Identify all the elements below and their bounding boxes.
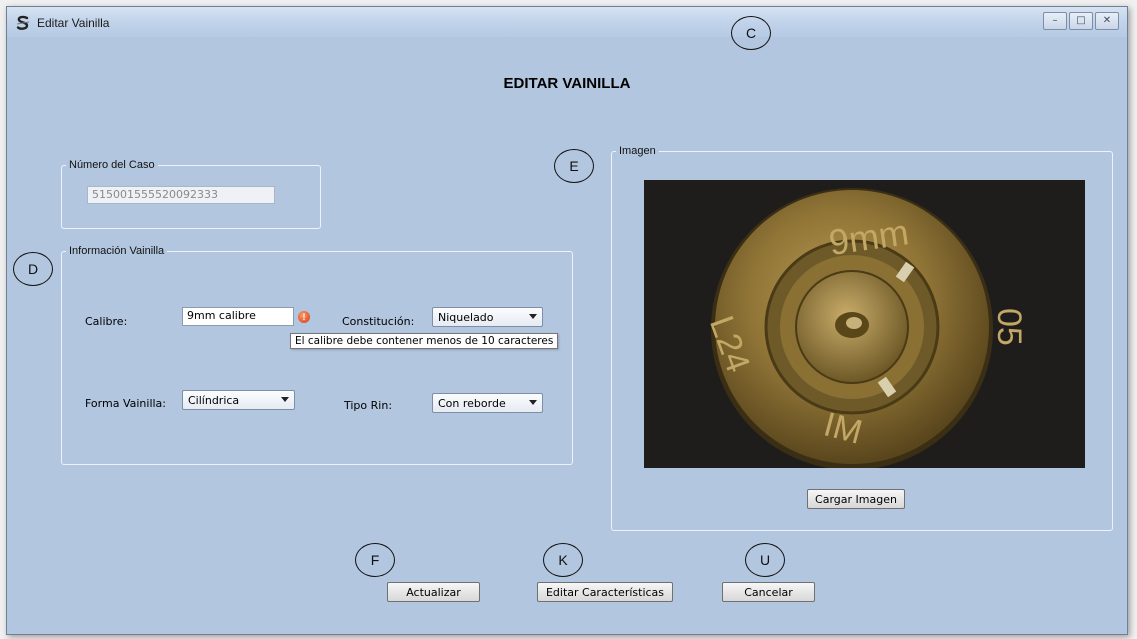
annotation-marker-k: K	[543, 543, 583, 577]
page-title: EDITAR VAINILLA	[503, 75, 631, 92]
calibre-input[interactable]: 9mm calibre	[182, 307, 294, 326]
tipo-rin-select[interactable]: Con reborde	[432, 393, 543, 413]
annotation-marker-f: F	[355, 543, 395, 577]
forma-vainilla-label: Forma Vainilla:	[85, 397, 167, 410]
annotation-marker-c: C	[731, 16, 771, 50]
window-controls: – □ ✕	[1041, 12, 1119, 30]
forma-vainilla-value: Cilíndrica	[188, 394, 240, 407]
update-button[interactable]: Actualizar	[387, 582, 480, 602]
maximize-button[interactable]: □	[1069, 12, 1093, 30]
constitucion-value: Niquelado	[438, 311, 494, 324]
minimize-button[interactable]: –	[1043, 12, 1067, 30]
chevron-down-icon	[529, 314, 537, 319]
cartridge-case-photo: 9mm L24 05 IM	[644, 180, 1085, 468]
tipo-rin-label: Tipo Rin:	[344, 399, 393, 412]
edit-vainilla-window: Editar Vainilla – □ ✕ C EDITAR VAINILLA …	[6, 6, 1128, 635]
annotation-marker-u: U	[745, 543, 785, 577]
vainilla-info-legend: Información Vainilla	[69, 245, 165, 257]
cartridge-headstamp-image: 9mm L24 05 IM	[644, 180, 1085, 468]
constitucion-label: Constitución:	[342, 315, 415, 328]
title-bar[interactable]: Editar Vainilla – □ ✕	[7, 7, 1127, 37]
chevron-down-icon	[281, 397, 289, 402]
annotation-marker-e: E	[554, 149, 594, 183]
window-title: Editar Vainilla	[37, 16, 110, 30]
close-button[interactable]: ✕	[1095, 12, 1119, 30]
error-icon: !	[298, 311, 310, 323]
load-image-button[interactable]: Cargar Imagen	[807, 489, 905, 509]
cancel-button[interactable]: Cancelar	[722, 582, 815, 602]
calibre-label: Calibre:	[85, 315, 128, 328]
chevron-down-icon	[529, 400, 537, 405]
image-legend: Imagen	[619, 145, 656, 157]
edit-features-button[interactable]: Editar Características	[537, 582, 673, 602]
app-logo-icon	[16, 15, 30, 30]
vainilla-info-group: Información Vainilla	[61, 245, 573, 465]
annotation-marker-d: D	[13, 252, 53, 286]
calibre-error-tooltip: El calibre debe contener menos de 10 car…	[290, 333, 559, 349]
headstamp-right-text: 05	[990, 308, 1028, 346]
case-number-legend: Número del Caso	[69, 159, 155, 171]
constitucion-select[interactable]: Niquelado	[432, 307, 543, 327]
case-number-field[interactable]: 515001555520092333	[87, 186, 275, 204]
tipo-rin-value: Con reborde	[438, 397, 506, 410]
forma-vainilla-select[interactable]: Cilíndrica	[182, 390, 295, 410]
